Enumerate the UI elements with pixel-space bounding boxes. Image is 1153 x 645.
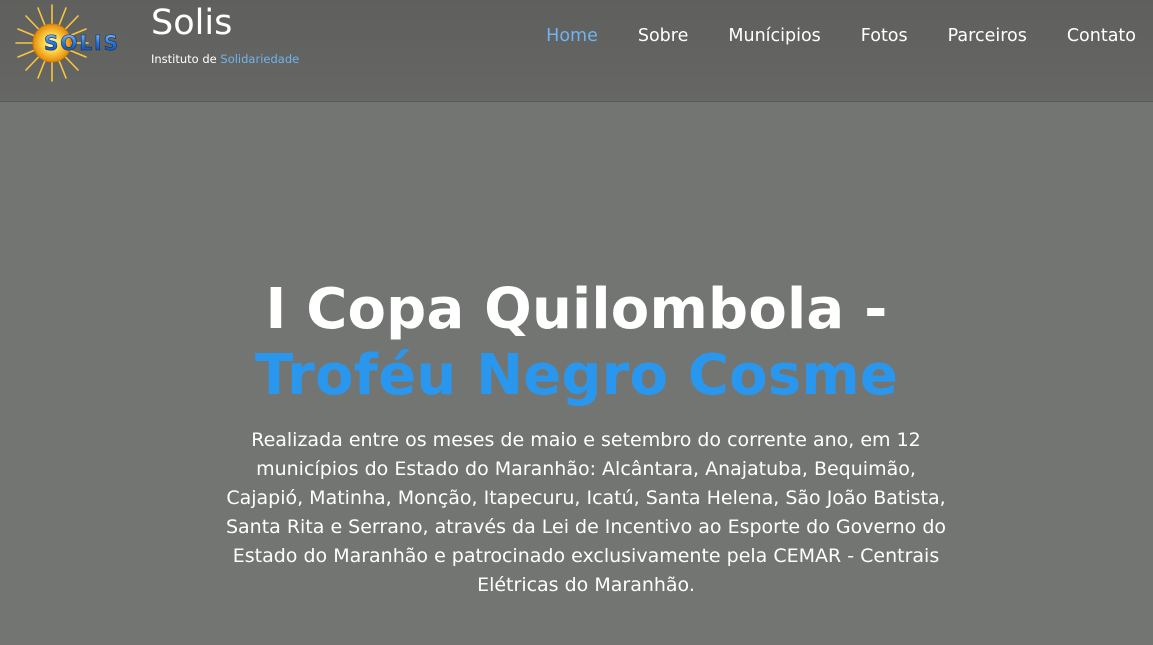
nav-sobre[interactable]: Sobre — [638, 24, 689, 48]
site-header: SOLIS Solis Instituto de Solidariedade H… — [0, 0, 1153, 102]
brand-title[interactable]: Solis — [151, 2, 232, 44]
hero-title-line1: I Copa Quilombola - — [265, 277, 888, 342]
brand-subtitle: Instituto de Solidariedade — [151, 51, 299, 67]
sun-logo-icon[interactable]: SOLIS — [14, 4, 144, 82]
hero-title: I Copa Quilombola - Troféu Negro Cosme — [0, 277, 1153, 409]
hero-description: Realizada entre os meses de maio e setem… — [225, 429, 947, 596]
brand-subtitle-prefix: Instituto de — [151, 52, 217, 66]
nav-fotos[interactable]: Fotos — [861, 24, 908, 48]
hero-section: I Copa Quilombola - Troféu Negro Cosme R… — [0, 102, 1153, 645]
nav-contato[interactable]: Contato — [1067, 24, 1136, 48]
hero-title-line2: Troféu Negro Cosme — [254, 343, 899, 408]
nav-home[interactable]: Home — [546, 24, 598, 48]
main-nav: Home Sobre Munícipios Fotos Parceiros Co… — [506, 24, 1136, 48]
svg-text:SOLIS: SOLIS — [44, 31, 120, 55]
nav-municipios[interactable]: Munícipios — [728, 24, 820, 48]
brand-subtitle-accent: Solidariedade — [220, 52, 300, 66]
nav-parceiros[interactable]: Parceiros — [948, 24, 1027, 48]
